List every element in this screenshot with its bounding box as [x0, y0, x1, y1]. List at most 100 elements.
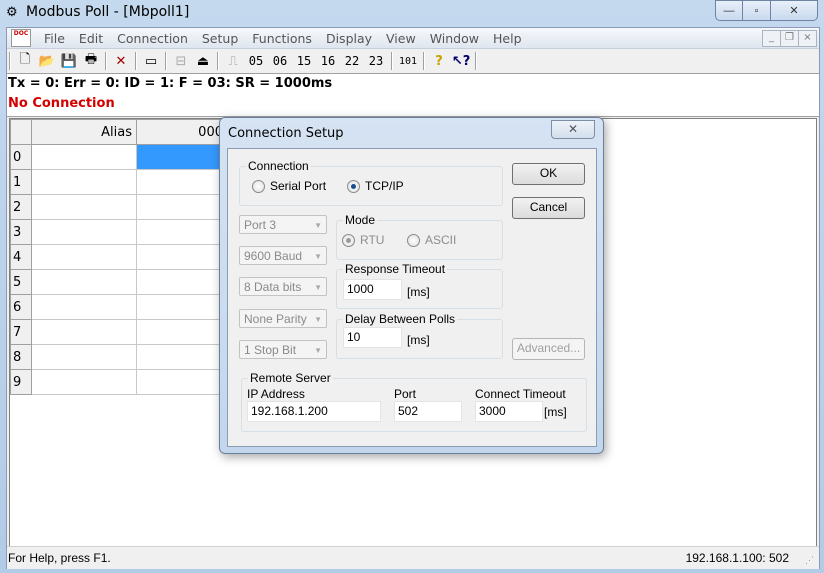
delete-x-icon: ✕: [115, 53, 127, 69]
alias-cell[interactable]: [31, 244, 137, 270]
alias-cell[interactable]: [31, 269, 137, 295]
data-bits-select[interactable]: 8 Data bits ▼: [239, 277, 327, 296]
value-cell[interactable]: [136, 194, 228, 220]
fc-23-button[interactable]: 23: [365, 51, 387, 71]
toolbar-separator: [135, 52, 137, 70]
row-header[interactable]: 2: [10, 194, 32, 220]
menu-view[interactable]: View: [379, 31, 423, 46]
disconnect-icon: ⏏: [196, 53, 210, 69]
connect-button[interactable]: ⊟: [171, 51, 191, 71]
mode-group: Mode RTU ASCII: [336, 213, 503, 260]
baud-select[interactable]: 9600 Baud ▼: [239, 246, 327, 265]
alias-cell[interactable]: [31, 169, 137, 195]
value-cell[interactable]: [136, 319, 228, 345]
rtu-label: RTU: [360, 233, 385, 247]
value-cell[interactable]: [136, 169, 228, 195]
minimize-button[interactable]: —: [715, 0, 743, 21]
row-header[interactable]: 5: [10, 269, 32, 295]
delete-button[interactable]: ✕: [111, 51, 131, 71]
column-header-alias[interactable]: Alias: [31, 119, 137, 145]
menu-edit[interactable]: Edit: [72, 31, 110, 46]
value-cell[interactable]: [136, 344, 228, 370]
table-row: 0: [10, 144, 228, 170]
menu-display[interactable]: Display: [319, 31, 379, 46]
pulse-icon: ⎍: [228, 53, 238, 69]
tcpip-radio[interactable]: TCP/IP: [347, 179, 404, 193]
connect-timeout-input[interactable]: 3000: [475, 401, 543, 422]
value-cell[interactable]: [136, 219, 228, 245]
context-help-button[interactable]: ↖?: [451, 51, 471, 71]
resize-grip-icon[interactable]: ⋰: [805, 555, 817, 567]
menu-help[interactable]: Help: [486, 31, 529, 46]
cancel-button[interactable]: Cancel: [512, 197, 585, 219]
ip-address-input[interactable]: 192.168.1.200: [247, 401, 381, 422]
open-button[interactable]: 📂: [37, 51, 57, 71]
rtu-radio[interactable]: RTU: [342, 233, 384, 247]
fc-15-button[interactable]: 15: [293, 51, 315, 71]
pulse-button[interactable]: ⎍: [223, 51, 243, 71]
response-timeout-input[interactable]: 1000: [343, 279, 402, 300]
row-header[interactable]: 3: [10, 219, 32, 245]
alias-cell[interactable]: [31, 219, 137, 245]
disconnect-button[interactable]: ⏏: [193, 51, 213, 71]
alias-cell[interactable]: [31, 319, 137, 345]
help-button[interactable]: ?: [429, 51, 449, 71]
chevron-down-icon: ▼: [314, 283, 322, 292]
parity-select[interactable]: None Parity ▼: [239, 309, 327, 328]
row-header[interactable]: 9: [10, 369, 32, 395]
menu-window[interactable]: Window: [423, 31, 486, 46]
new-document-icon: 🗋: [19, 52, 31, 67]
row-header[interactable]: 4: [10, 244, 32, 270]
document-icon[interactable]: DOC: [11, 29, 31, 47]
row-header[interactable]: 6: [10, 294, 32, 320]
stop-bits-select[interactable]: 1 Stop Bit ▼: [239, 340, 327, 359]
counter-button[interactable]: 101: [397, 51, 419, 71]
value-cell[interactable]: [136, 369, 228, 395]
print-icon: 🖶: [84, 52, 98, 67]
toolbar-separator: [165, 52, 167, 70]
poll-status-area: Tx = 0: Err = 0: ID = 1: F = 03: SR = 10…: [7, 74, 819, 117]
alias-cell[interactable]: [31, 294, 137, 320]
mdi-minimize-button[interactable]: _: [762, 30, 781, 47]
column-header-address[interactable]: 000: [136, 119, 228, 145]
value-cell[interactable]: [136, 294, 228, 320]
port-select[interactable]: Port 3 ▼: [239, 215, 327, 234]
toolbar-separator: [475, 52, 478, 70]
alias-cell[interactable]: [31, 194, 137, 220]
connection-group-label: Connection: [246, 159, 311, 173]
row-header[interactable]: 8: [10, 344, 32, 370]
value-cell[interactable]: [136, 244, 228, 270]
menu-file[interactable]: File: [37, 31, 72, 46]
port-input[interactable]: 502: [394, 401, 462, 422]
ok-button[interactable]: OK: [512, 163, 585, 185]
save-button[interactable]: 💾: [59, 51, 79, 71]
fc-16-button[interactable]: 16: [317, 51, 339, 71]
menu-functions[interactable]: Functions: [245, 31, 319, 46]
maximize-button[interactable]: ▫: [742, 0, 771, 21]
row-header[interactable]: 0: [10, 144, 32, 170]
close-button[interactable]: ✕: [770, 0, 818, 21]
fc-05-button[interactable]: 05: [245, 51, 267, 71]
value-cell[interactable]: [136, 269, 228, 295]
fc-22-button[interactable]: 22: [341, 51, 363, 71]
alias-cell[interactable]: [31, 369, 137, 395]
ascii-radio[interactable]: ASCII: [407, 233, 456, 247]
alias-cell[interactable]: [31, 344, 137, 370]
serial-port-radio[interactable]: Serial Port: [252, 179, 326, 193]
new-button[interactable]: 🗋: [15, 51, 35, 71]
menu-setup[interactable]: Setup: [195, 31, 245, 46]
alias-cell[interactable]: [31, 144, 137, 170]
row-header[interactable]: 7: [10, 319, 32, 345]
delay-input[interactable]: 10: [343, 327, 402, 348]
mdi-close-button[interactable]: ×: [798, 30, 817, 47]
fc-06-button[interactable]: 06: [269, 51, 291, 71]
menu-connection[interactable]: Connection: [110, 31, 195, 46]
radio-icon: [252, 179, 265, 193]
print-button[interactable]: 🖶: [81, 51, 101, 71]
window-button[interactable]: ▭: [141, 51, 161, 71]
value-cell[interactable]: [136, 144, 228, 170]
dialog-close-button[interactable]: ✕: [551, 120, 595, 139]
advanced-button[interactable]: Advanced...: [512, 338, 585, 360]
row-header[interactable]: 1: [10, 169, 32, 195]
mdi-restore-button[interactable]: ❐: [780, 30, 799, 47]
